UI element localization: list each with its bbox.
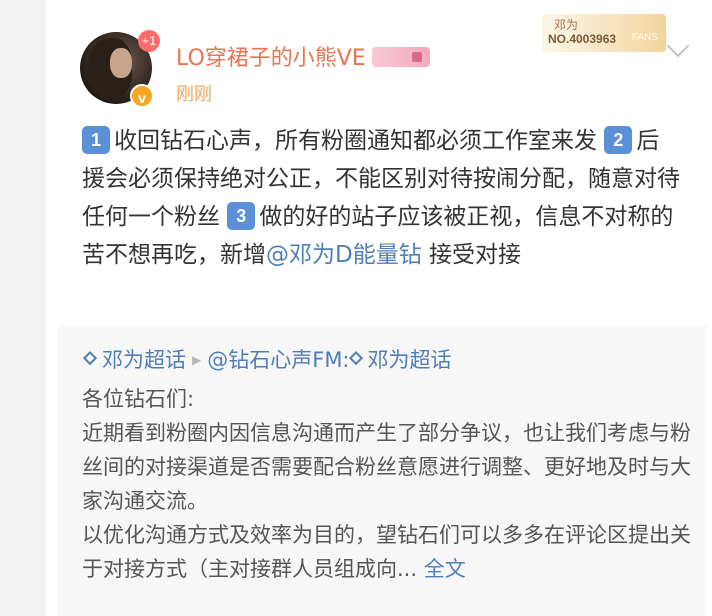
full-text-link[interactable]: 全文 <box>424 557 466 581</box>
repost-header: 邓为超话 ▶ @钻石心声FM: 邓为超话 <box>84 344 452 374</box>
post-item-1: 收回钻石心声，所有粉圈通知都必须工作室来发 <box>114 128 597 154</box>
repost-paragraph-2-text: 以优化沟通方式及效率为目的，望钻石们可以多多在评论区提出关于对接方式（主对接群人… <box>82 523 691 581</box>
post-body: 1 收回钻石心声，所有粉圈通知都必须工作室来发 2 后援会必须保持绝对公正，不能区别… <box>82 122 682 274</box>
verified-icon: v <box>130 84 154 108</box>
diamond-icon <box>84 355 98 365</box>
username-text[interactable]: LO穿裙子的小熊VE <box>176 46 366 71</box>
number-3-icon: 3 <box>227 202 256 230</box>
post-timestamp: 刚刚 <box>176 84 212 105</box>
fan-card-number: NO.4003963 <box>548 32 617 46</box>
avatar-wrap[interactable]: +1 v <box>80 30 160 108</box>
topic-1-label: 邓为超话 <box>102 348 186 372</box>
fan-card-name: 邓为 <box>554 18 579 32</box>
source-user-link[interactable]: @钻石心声FM: <box>207 348 349 372</box>
topic-2-label: 邓为超话 <box>367 348 452 372</box>
number-2-icon: 2 <box>604 126 633 154</box>
left-gutter <box>0 0 46 616</box>
repost-paragraph-2: 以优化沟通方式及效率为目的，望钻石们可以多多在评论区提出关于对接方式（主对接群人… <box>82 518 692 586</box>
notification-badge: +1 <box>138 30 160 52</box>
topic-link-1[interactable]: 邓为超话 <box>84 348 186 372</box>
member-badge-icon <box>371 47 430 67</box>
mention-link[interactable]: @邓为D能量钻 <box>266 242 422 268</box>
diamond-icon <box>350 355 364 365</box>
repost-card[interactable]: 邓为超话 ▶ @钻石心声FM: 邓为超话 各位钻石们: 近期看到粉圈内因信息沟通而产生… <box>58 326 706 616</box>
repost-body: 各位钻石们: 近期看到粉圈内因信息沟通而产生了部分争议，也让我们考虑与粉丝间的对… <box>82 382 692 586</box>
screenshot: +1 v LO穿裙子的小熊VE 刚刚 邓为 NO.4003963 FANS 1收… <box>0 0 712 616</box>
post-tail: 接受对接 <box>421 242 522 268</box>
number-1-icon: 1 <box>82 126 110 154</box>
post-card: +1 v LO穿裙子的小熊VE 刚刚 邓为 NO.4003963 FANS 1收… <box>58 8 706 326</box>
repost-paragraph-1: 近期看到粉圈内因信息沟通而产生了部分争议，也让我们考虑与粉丝间的对接渠道是否需要… <box>82 421 691 513</box>
repost-greeting: 各位钻石们: <box>82 387 195 411</box>
topic-link-2[interactable]: 邓为超话 <box>350 348 452 372</box>
triangle-right-icon: ▶ <box>192 353 202 367</box>
fan-card-badge[interactable]: 邓为 NO.4003963 FANS <box>542 14 666 52</box>
chevron-down-icon[interactable] <box>666 34 690 58</box>
fan-card-tag: FANS <box>631 32 658 43</box>
avatar-face <box>110 48 132 78</box>
username[interactable]: LO穿裙子的小熊VE <box>176 40 430 72</box>
